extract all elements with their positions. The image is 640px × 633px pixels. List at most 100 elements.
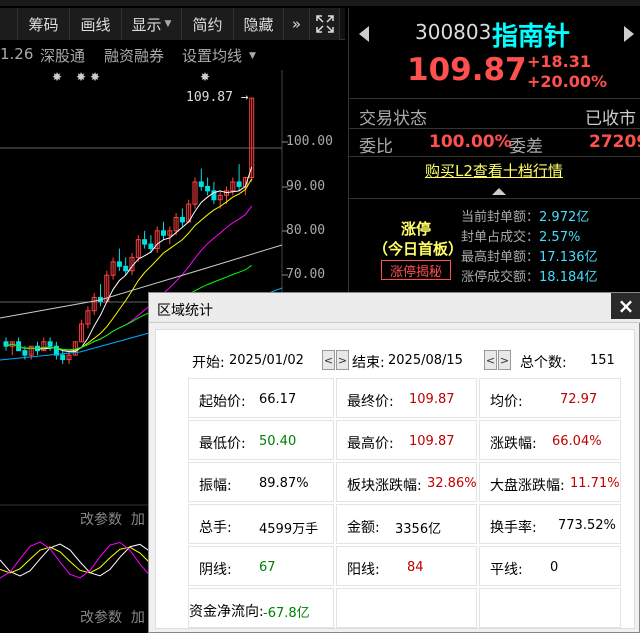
stat-cell: 板块涨跌幅: 32.86% (336, 462, 477, 502)
stat-label: 最低价: (199, 436, 246, 452)
stat-label: 阴线: (199, 562, 232, 578)
candle-body (148, 243, 154, 250)
price-change-pct: +20.00% (527, 72, 608, 91)
stat-value: 3356亿 (395, 522, 442, 537)
start-prev-button[interactable]: < (322, 350, 335, 370)
limit-up-reveal-button[interactable]: 涨停揭秘 (381, 260, 451, 280)
toolbar-chip-button[interactable]: 筹码 (18, 8, 70, 40)
end-next-button[interactable]: > (498, 350, 511, 370)
close-icon: × (617, 294, 635, 318)
stat-value: 11.71% (570, 476, 620, 491)
chevron-right-icon: > (499, 353, 510, 367)
fullscreen-icon (315, 15, 334, 33)
collapse-up-icon[interactable] (492, 188, 506, 195)
shenzhen-connect-link[interactable]: 深股通 (40, 45, 85, 66)
dialog-title: 区域统计 (157, 303, 213, 319)
indicator-params-button-2[interactable]: 改参数 加 (80, 607, 145, 627)
stat-cell: 均价: 72.97 (479, 378, 621, 418)
last-price-value: 109.87 (186, 90, 233, 105)
indicator-line (0, 541, 148, 579)
total-count-label: 总个数: (520, 355, 567, 371)
limit-up-title: 涨停 (401, 220, 432, 238)
fullscreen-button[interactable] (310, 8, 340, 40)
y-tick-label: 80.00 (286, 223, 326, 238)
next-stock-arrow-icon[interactable] (624, 26, 634, 42)
stat-value: 109.87 (409, 434, 455, 449)
stat-label: 金额: (347, 520, 380, 536)
stat-label: 均价: (490, 394, 523, 410)
limit-up-subtitle: （今日首板） (373, 240, 464, 258)
stat-cell: 最低价: 50.40 (188, 420, 334, 460)
close-button[interactable]: × (611, 293, 640, 319)
stat-label: 涨跌幅: (490, 436, 537, 452)
limit-stat-row: 封单占成交：2.57% (461, 226, 580, 245)
stat-value: 0 (550, 560, 559, 575)
stat-label: 振幅: (199, 478, 232, 494)
stat-cell: 振幅: 89.87% (188, 462, 334, 502)
candle-body (205, 185, 211, 192)
stat-cell: 金额: 3356亿 (336, 504, 477, 544)
candle-body (161, 230, 166, 236)
stat-value: 17.136亿 (539, 250, 598, 265)
toolbar-draw-button[interactable]: 画线 (70, 8, 122, 40)
weicha-value: 27209 (589, 132, 640, 152)
stat-cell: 资金净流向: -67.8亿 (188, 588, 334, 628)
stat-label: 换手率: (490, 520, 537, 536)
stat-cell-empty (336, 588, 477, 628)
stat-value: 2.57% (539, 230, 581, 245)
stat-cell: 起始价: 66.17 (188, 378, 334, 418)
toolbar-label: 筹码 (28, 15, 59, 34)
stat-label: 当前封单额： (461, 210, 540, 225)
quote-panel: 300803 指南针 109.87 +18.31 +20.00% 交易状态 已收… (348, 8, 640, 298)
chart-toolbar: 筹码 画线 显示 ▼ 简约 隐藏 » (0, 8, 345, 40)
indicator-params-button[interactable]: 改参数 加 (80, 509, 145, 529)
prev-stock-arrow-icon[interactable] (359, 26, 369, 42)
toolbar-hide-button[interactable]: 隐藏 (234, 8, 284, 40)
divider (349, 128, 640, 129)
limit-stat-row: 最高封单额：17.136亿 (461, 246, 598, 265)
stat-label: 涨停成交额： (461, 270, 540, 285)
lower-indicator-chart[interactable] (0, 530, 148, 590)
candle-body (179, 216, 185, 223)
start-next-button[interactable]: > (336, 350, 349, 370)
margin-trading-link[interactable]: 融资融券 (104, 45, 164, 66)
weicha-label: 委差 (509, 137, 543, 157)
stat-label: 阳线: (347, 562, 380, 578)
stat-label: 资金净流向: (189, 604, 264, 620)
buy-l2-link[interactable]: 购买L2查看十档行情 (425, 160, 563, 181)
toolbar-label: 画线 (80, 15, 111, 34)
divider (349, 156, 640, 157)
stat-value: 32.86% (427, 476, 477, 491)
param-extra: 加 (130, 610, 145, 626)
param-label: 改参数 (80, 512, 122, 528)
indicator-line (0, 543, 148, 577)
stat-label: 平线: (490, 562, 523, 578)
y-tick-label: 100.00 (286, 134, 333, 149)
current-price: 109.87 (407, 52, 527, 88)
chevron-down-icon: ▼ (164, 19, 172, 29)
toolbar-simple-button[interactable]: 简约 (182, 8, 234, 40)
y-tick-label: 90.00 (286, 179, 326, 194)
y-tick-label: 70.00 (286, 267, 326, 282)
stat-label: 封单占成交： (461, 230, 540, 245)
weibi-label: 委比 (359, 137, 393, 157)
stat-cell: 阳线: 84 (336, 546, 477, 586)
limit-stat-row: 涨停成交额：18.184亿 (461, 266, 598, 285)
stat-cell-empty (479, 588, 621, 628)
end-label: 结束: (352, 355, 385, 371)
candle-body (236, 181, 242, 187)
stat-cell: 总手: 4599万手 (188, 504, 334, 544)
divider (349, 198, 640, 199)
stat-cell: 涨跌幅: 66.04% (479, 420, 621, 460)
toolbar-display-button[interactable]: 显示 ▼ (122, 8, 182, 40)
dialog-titlebar[interactable]: 区域统计 × (149, 293, 640, 323)
toolbar-label: 隐藏 (243, 15, 274, 34)
toolbar-label: 简约 (192, 15, 223, 34)
stat-value: 2.972亿 (539, 210, 590, 225)
toolbar-label: 显示 (131, 15, 162, 34)
toolbar-more-button[interactable]: » (284, 8, 310, 40)
weibi-value: 100.00% (429, 132, 512, 152)
end-prev-button[interactable]: < (484, 350, 497, 370)
set-ma-link[interactable]: 设置均线 (182, 45, 242, 66)
stat-value: -67.8亿 (263, 606, 310, 621)
